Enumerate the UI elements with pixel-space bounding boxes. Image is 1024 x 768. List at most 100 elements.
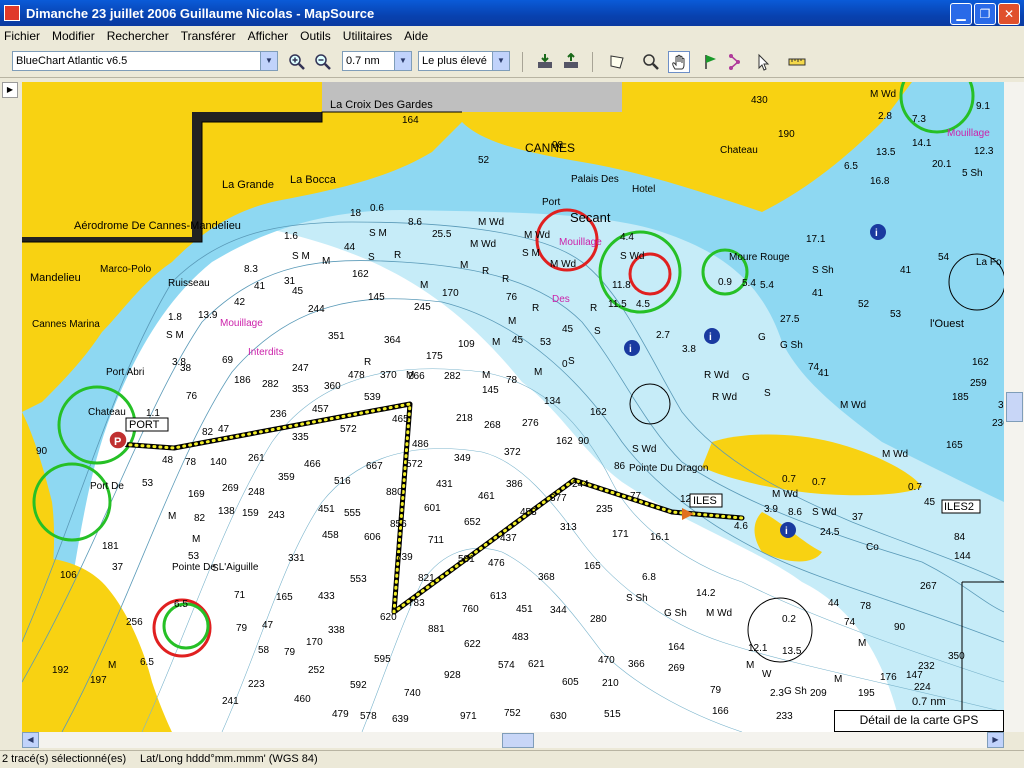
depth-sounding-125: 368 [538,572,555,583]
menu-outils[interactable]: Outils [300,29,331,43]
zoom-tool-button[interactable] [640,51,662,73]
depth-sounding-210: 14.2 [696,588,716,599]
depth-sounding-104: 555 [344,508,361,519]
zoom-in-button[interactable] [286,51,308,73]
depth-sounding-16: 41 [254,281,266,292]
depth-sounding-28: 76 [506,292,518,303]
depth-sounding-264: S Wd [632,444,656,455]
menu-transferer[interactable]: Transférer [181,29,236,43]
depth-sounding-267: 18 [350,208,362,219]
chevron-down-icon[interactable]: ▼ [492,52,509,70]
close-button[interactable]: ✕ [998,3,1020,25]
zoom-out-button[interactable] [312,51,334,73]
depth-sounding-126: 71 [234,590,246,601]
depth-sounding-230: 53 [890,309,902,320]
depth-sounding-173: 256 [126,617,143,628]
depth-sounding-174: 106 [60,570,77,581]
depth-sounding-198: M [746,660,754,671]
depth-sounding-201: 84 [954,532,966,543]
minimize-button[interactable]: ▁ [950,3,972,25]
depth-sounding-269: M Wd [524,230,550,241]
depth-sounding-222: 11.8 [612,280,631,291]
vertical-scrollbar[interactable] [1004,82,1024,732]
depth-sounding-224: 4.5 [636,299,650,310]
pan-tool-button[interactable] [668,51,690,73]
zoom-level-select[interactable]: 0.7 nm ▼ [342,51,412,71]
chevron-down-icon[interactable]: ▼ [394,52,411,70]
svg-text:i: i [629,344,632,355]
select-map-tool-button[interactable] [606,51,628,73]
receive-from-device-button[interactable] [534,51,556,73]
svg-text:i: i [709,332,712,343]
depth-sounding-152: 366 [628,659,645,670]
depth-sounding-27: M [460,260,468,271]
vertical-scroll-thumb[interactable] [1006,392,1023,422]
depth-sounding-146: 170 [306,637,323,648]
place-label-10: Chateau [88,407,126,418]
route-tool-button[interactable] [726,51,748,73]
nautical-chart[interactable]: La Croix Des Gardes CANNES La Bocca La Gran… [22,82,1004,732]
send-to-device-button[interactable] [560,51,582,73]
chevron-down-icon[interactable]: ▼ [260,52,277,70]
depth-sounding-190: 224 [914,682,931,693]
horizontal-scrollbar[interactable]: ◀ ▶ [22,732,1004,748]
depth-sounding-167: 578 [360,711,377,722]
restore-button[interactable]: ❐ [974,3,996,25]
menu-aide[interactable]: Aide [404,29,428,43]
selection-tool-button[interactable] [752,51,774,73]
menu-afficher[interactable]: Afficher [248,29,288,43]
chart-map[interactable]: La Croix Des Gardes CANNES La Bocca La Gran… [22,82,1004,732]
depth-sounding-71: 465 [392,414,409,425]
depth-sounding-21: M [420,280,428,291]
measure-tool-button[interactable] [786,51,808,73]
detail-select[interactable]: Le plus élevé ▼ [418,51,510,71]
depth-sounding-163: 752 [504,708,521,719]
depth-sounding-209: M Wd [706,608,732,619]
menu-fichier[interactable]: Fichier [4,29,40,43]
side-panel-toggle[interactable]: ▶ [2,82,18,98]
place-label-0: La Croix Des Gardes [330,99,433,111]
menu-utilitaires[interactable]: Utilitaires [343,29,392,43]
depth-sounding-68: 82 [202,427,214,438]
depth-sounding-244: 5 Sh [962,168,983,179]
depth-sounding-80: 466 [304,459,321,470]
depth-sounding-100: 138 [218,506,235,517]
depth-sounding-43: R [364,357,371,368]
depth-sounding-118: 739 [396,552,413,563]
depth-sounding-49: 38 [180,363,192,374]
depth-sounding-197: 79 [710,685,722,696]
depth-sounding-141: 483 [512,632,529,643]
flag-icon [705,55,716,69]
depth-sounding-120: 476 [488,558,505,569]
scroll-left-button[interactable]: ◀ [22,732,39,748]
menu-modifier[interactable]: Modifier [52,29,95,43]
depth-sounding-214: 259 [970,378,987,389]
product-select[interactable]: BlueChart Atlantic v6.5 ▼ [12,51,278,71]
depth-sounding-38: 45 [562,324,574,335]
menu-rechercher[interactable]: Rechercher [107,29,169,43]
waypoint-tool-button[interactable] [700,51,722,73]
depth-sounding-69: 335 [292,432,309,443]
horizontal-scroll-thumb[interactable] [502,733,534,748]
depth-sounding-83: 486 [412,439,429,450]
zoom-level-value: 0.7 nm [346,55,380,67]
depth-sounding-147: 252 [308,665,325,676]
depth-sounding-56: 266 [408,371,425,382]
depth-sounding-74: 162 [590,407,607,418]
svg-text:i: i [785,526,788,537]
depth-sounding-94: 377 [550,493,567,504]
depth-sounding-240: 16.8 [870,176,890,187]
depth-sounding-132: 783 [408,598,425,609]
place-label-5: Marco-Polo [100,264,152,275]
depth-sounding-156: 740 [404,688,421,699]
depth-sounding-99: 77 [630,491,642,502]
depth-sounding-114: 458 [322,530,339,541]
depth-sounding-111: 652 [464,517,481,528]
depth-sounding-10: M [322,256,330,267]
depth-sounding-213: 162 [972,357,989,368]
scroll-right-button[interactable]: ▶ [987,732,1004,748]
depth-sounding-252: 5.4 [760,280,774,291]
place-label-16: Port [542,197,561,208]
depth-sounding-276: G [742,372,750,383]
depth-sounding-9: S M [292,251,310,262]
